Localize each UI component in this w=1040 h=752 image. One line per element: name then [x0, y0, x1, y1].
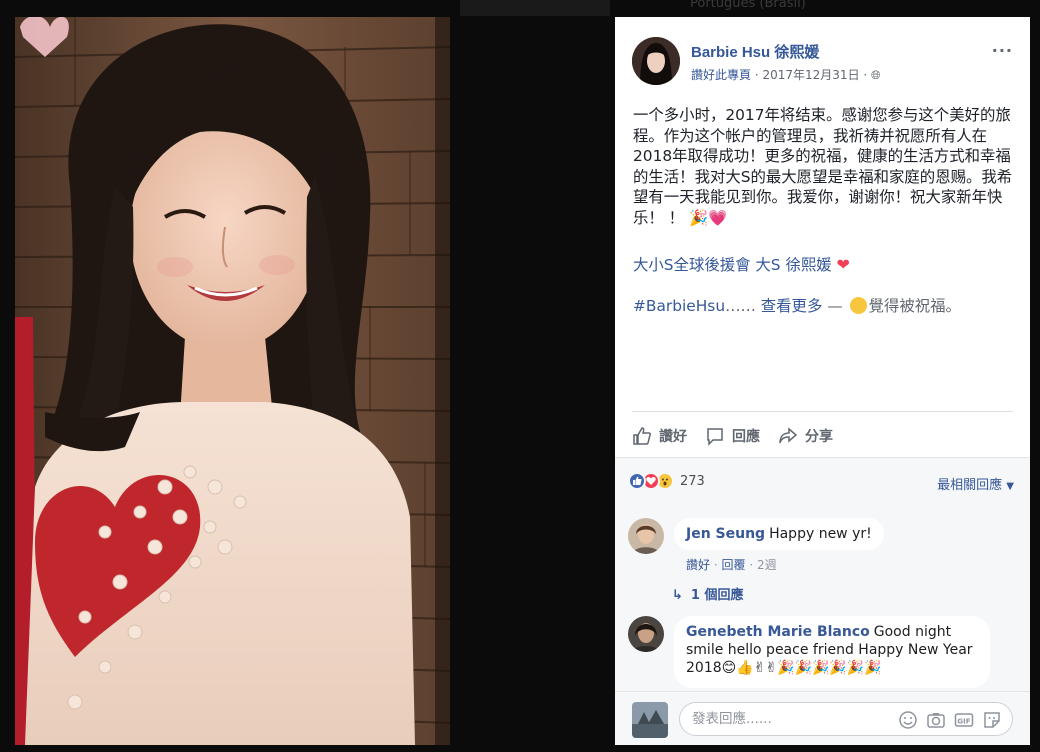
view-replies-link[interactable]: ↳ 1 個回應: [672, 584, 743, 603]
comment-input[interactable]: 發表回應...... GIF: [679, 702, 1013, 736]
share-button[interactable]: 分享: [778, 422, 833, 450]
background-page-text: Português (Brasil): [690, 0, 806, 11]
commenter-avatar[interactable]: [628, 518, 664, 554]
current-user-avatar[interactable]: [632, 702, 668, 738]
emoji-icon[interactable]: [898, 710, 918, 730]
reaction-count[interactable]: 273: [680, 474, 705, 489]
post-header: Barbie Hsu 徐熙媛 讚好此專頁 · 2017年12月31日 · 🌐︎ …: [632, 37, 1013, 87]
comment-like-link[interactable]: 讚好: [686, 558, 710, 572]
like-label: 讚好: [659, 429, 687, 445]
sort-label: 最相關回應: [937, 478, 1003, 493]
red-heart-icon: ❤: [836, 255, 850, 274]
comment-time[interactable]: 2週: [757, 558, 777, 572]
background-bar: [460, 0, 610, 16]
comment-bubble: Jen Seung Happy new yr!: [674, 518, 884, 550]
gif-icon[interactable]: GIF: [954, 710, 974, 730]
sparkling-heart-icon: 💗: [708, 208, 728, 227]
commenter-avatar-image: [628, 518, 664, 554]
thumbs-up-icon: [633, 427, 651, 445]
post-hashtag-line: #BarbieHsu…… 查看更多 — 覺得被祝福。: [633, 294, 961, 316]
comment-bubble: Genebeth Marie Blanco Good night smile he…: [674, 616, 990, 688]
current-user-avatar-image: [632, 702, 668, 738]
comment-item: Jen Seung Happy new yr! 讚好 · 回覆 · 2週 ↳ 1 個…: [628, 518, 1018, 618]
commenter-avatar-image: [628, 616, 664, 652]
sticker-icon[interactable]: [982, 710, 1002, 730]
post-meta: 讚好此專頁 · 2017年12月31日 · 🌐︎: [691, 66, 881, 83]
post-panel: Barbie Hsu 徐熙媛 讚好此專頁 · 2017年12月31日 · 🌐︎ …: [615, 17, 1030, 745]
reply-arrow-icon: ↳: [672, 588, 683, 603]
comment-item: Genebeth Marie Blanco Good night smile he…: [628, 616, 1018, 696]
meta-separator-2: ·: [863, 68, 872, 82]
globe-icon: 🌐︎: [871, 68, 881, 82]
post-tags: 大小S全球後援會 大S 徐熙媛 ❤: [633, 253, 850, 275]
composer-icons: GIF: [898, 710, 1002, 730]
more-options-button[interactable]: ···: [992, 41, 1013, 60]
like-button[interactable]: 讚好: [632, 422, 687, 450]
svg-text:GIF: GIF: [957, 718, 970, 726]
share-label: 分享: [805, 429, 833, 445]
comment-composer: 發表回應...... GIF: [615, 691, 1030, 745]
post-date[interactable]: 2017年12月31日: [762, 68, 859, 82]
sort-comments-dropdown[interactable]: 最相關回應 ▼: [937, 474, 1014, 493]
post-text: 一个多小时，2017年将结束。感谢您参与这个美好的旅程。作为这个帐户的管理员，我…: [633, 105, 1015, 229]
commenter-name[interactable]: Genebeth Marie Blanco: [686, 624, 870, 640]
replies-count: 1 個回應: [690, 588, 744, 603]
comment-button[interactable]: 回應: [705, 422, 760, 450]
author-avatar[interactable]: [632, 37, 680, 85]
tags-link[interactable]: 大小S全球後援會 大S 徐熙媛: [633, 256, 832, 274]
post-actions: 讚好 回應 分享: [632, 422, 851, 450]
post-photo[interactable]: [15, 17, 450, 745]
like-page-link[interactable]: 讚好此專頁: [691, 68, 751, 82]
comment-dot-2: ·: [749, 558, 757, 572]
comment-reply-link[interactable]: 回覆: [721, 558, 745, 572]
comment-input-placeholder: 發表回應......: [692, 711, 772, 727]
comment-label: 回應: [732, 429, 760, 445]
commenter-avatar[interactable]: [628, 616, 664, 652]
post-author[interactable]: Barbie Hsu 徐熙媛: [691, 41, 819, 62]
party-popper-icon: 🎉: [688, 208, 709, 227]
feeling-text: 覺得被祝福。: [868, 297, 961, 315]
comment-text: Happy new yr!: [769, 526, 872, 542]
emoji-row: 😊👍✌✌🎉🎉🎉🎉🎉🎉: [721, 660, 882, 676]
actions-divider: [632, 411, 1013, 412]
photo-viewer: Português (Brasil) Barbie Hsu 徐熙媛 讚好此專頁 …: [0, 0, 1040, 752]
reactions-summary[interactable]: 273: [628, 472, 705, 490]
like-reaction-icon: [628, 472, 646, 490]
feeling-dash: —: [822, 297, 848, 315]
blessed-face-icon: [849, 297, 867, 314]
photo-illustration: [15, 17, 450, 745]
hashtag-link[interactable]: #BarbieHsu: [633, 297, 725, 315]
commenter-name[interactable]: Jen Seung: [686, 526, 765, 542]
see-more-link[interactable]: 查看更多: [761, 297, 823, 315]
ellipsis-text: ……: [725, 297, 756, 315]
camera-icon[interactable]: [926, 710, 946, 730]
comment-actions: 讚好 · 回覆 · 2週: [686, 556, 777, 573]
share-icon: [779, 427, 798, 444]
author-avatar-image: [632, 37, 680, 85]
caret-down-icon: ▼: [1006, 481, 1014, 492]
comment-icon: [707, 428, 723, 446]
